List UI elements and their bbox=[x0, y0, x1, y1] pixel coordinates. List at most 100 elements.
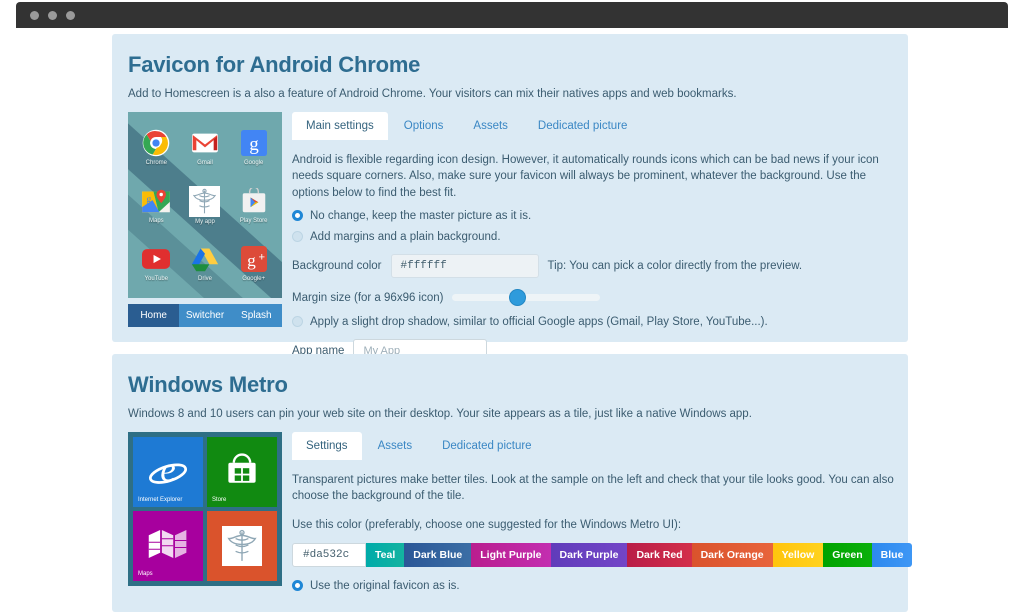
color-button-blue[interactable]: Blue bbox=[871, 542, 913, 567]
metro-info-paragraph: Transparent pictures make better tiles. … bbox=[292, 474, 894, 503]
window-dot-maximize[interactable] bbox=[66, 10, 75, 20]
ie-icon: e bbox=[146, 448, 190, 497]
android-app-googleplus: g + Google+ bbox=[229, 234, 278, 292]
svg-text:+: + bbox=[258, 252, 265, 264]
android-app-chrome: Chrome bbox=[132, 118, 181, 176]
slider-thumb[interactable] bbox=[508, 289, 526, 307]
color-button-dark-purple[interactable]: Dark Purple bbox=[550, 542, 628, 567]
tab-assets[interactable]: Assets bbox=[459, 112, 522, 140]
metro-tile-store: Store bbox=[207, 437, 277, 507]
metro-tile-grid: e Internet Explorer Store Maps bbox=[128, 432, 282, 586]
radio-add-margins[interactable]: Add margins and a plain background. bbox=[292, 231, 896, 243]
background-color-tip: Tip: You can pick a color directly from … bbox=[547, 259, 803, 272]
radio-label: Use the original favicon as is. bbox=[310, 579, 460, 592]
color-button-light-purple[interactable]: Light Purple bbox=[471, 542, 551, 567]
android-app-gmail: Gmail bbox=[181, 118, 230, 176]
android-chrome-panel: Favicon for Android Chrome Add to Homesc… bbox=[112, 34, 908, 398]
metro-tile-maps: Maps bbox=[133, 511, 203, 581]
android-home-screen: Chrome Gmail g Google g Maps My app Play… bbox=[128, 112, 282, 298]
android-app-youtube: YouTube bbox=[132, 234, 181, 292]
android-info-paragraph: Android is flexible regarding icon desig… bbox=[292, 154, 879, 199]
radio-label: Apply a slight drop shadow, similar to o… bbox=[310, 315, 768, 328]
android-app-label: My app bbox=[195, 218, 215, 225]
tab-options[interactable]: Options bbox=[390, 112, 458, 140]
metro-settings-form: Settings Assets Dedicated picture Transp… bbox=[282, 432, 924, 592]
tab-main-settings[interactable]: Main settings bbox=[292, 112, 388, 140]
windows-metro-panel: Windows Metro Windows 8 and 10 users can… bbox=[112, 354, 913, 612]
google-plus-icon: g + bbox=[239, 244, 269, 274]
browser-title-bar bbox=[16, 2, 1008, 28]
caduceus-icon bbox=[189, 185, 221, 217]
metro-tile-label: Store bbox=[212, 497, 227, 503]
youtube-icon bbox=[141, 244, 171, 274]
android-app-label: Play Store bbox=[239, 218, 268, 224]
android-app-playstore: Play Store bbox=[229, 176, 278, 234]
color-button-green[interactable]: Green bbox=[823, 542, 872, 567]
android-app-drive: Drive bbox=[181, 234, 230, 292]
svg-text:g: g bbox=[247, 251, 256, 270]
background-color-label: Background color bbox=[292, 259, 382, 272]
radio-button-icon[interactable] bbox=[292, 580, 303, 592]
metro-preview: e Internet Explorer Store Maps bbox=[128, 432, 282, 592]
google-search-icon: g bbox=[239, 128, 269, 158]
svg-text:g: g bbox=[249, 134, 259, 155]
android-app-label: Maps bbox=[148, 218, 164, 224]
metro-color-input[interactable]: #da532c bbox=[292, 542, 366, 567]
gmail-icon bbox=[190, 128, 220, 158]
preview-mode-switcher[interactable]: Switcher bbox=[179, 304, 231, 327]
play-store-icon bbox=[239, 186, 269, 216]
background-color-row: Background color #ffffff Tip: You can pi… bbox=[292, 253, 896, 278]
metro-panel-title: Windows Metro bbox=[128, 372, 288, 397]
color-button-dark-blue[interactable]: Dark Blue bbox=[404, 542, 472, 567]
tab-dedicated-picture[interactable]: Dedicated picture bbox=[524, 112, 642, 140]
metro-tile-ie: e Internet Explorer bbox=[133, 437, 203, 507]
android-tabs: Main settings Options Assets Dedicated p… bbox=[292, 112, 896, 140]
svg-text:g: g bbox=[147, 195, 152, 205]
android-app-label: YouTube bbox=[144, 276, 169, 282]
color-button-teal[interactable]: Teal bbox=[366, 542, 405, 567]
tab-metro-dedicated-picture[interactable]: Dedicated picture bbox=[428, 432, 546, 460]
android-app-google: g Google bbox=[229, 118, 278, 176]
store-icon bbox=[222, 450, 262, 495]
metro-color-prompt: Use this color (preferably, choose one s… bbox=[292, 518, 682, 531]
caduceus-icon bbox=[222, 526, 262, 566]
radio-button-icon[interactable] bbox=[292, 231, 303, 243]
android-panel-title: Favicon for Android Chrome bbox=[128, 52, 421, 77]
android-app-label: Google+ bbox=[242, 276, 266, 282]
window-dot-minimize[interactable] bbox=[48, 10, 57, 20]
metro-panel-description: Windows 8 and 10 users can pin your web … bbox=[128, 408, 752, 420]
metro-tabs: Settings Assets Dedicated picture bbox=[292, 432, 912, 460]
radio-drop-shadow[interactable]: Apply a slight drop shadow, similar to o… bbox=[292, 316, 896, 328]
slider-track[interactable] bbox=[452, 294, 601, 302]
radio-label: Add margins and a plain background. bbox=[310, 230, 501, 243]
page-content: Favicon for Android Chrome Add to Homesc… bbox=[0, 28, 1024, 612]
window-dot-close[interactable] bbox=[30, 10, 39, 20]
metro-tile-label: Maps bbox=[138, 571, 153, 577]
tab-settings[interactable]: Settings bbox=[292, 432, 362, 460]
preview-mode-home[interactable]: Home bbox=[128, 304, 180, 327]
android-preview-mode-switch: Home Switcher Splash bbox=[128, 304, 282, 327]
tab-metro-assets[interactable]: Assets bbox=[364, 432, 427, 460]
android-app-maps: g Maps bbox=[132, 176, 181, 234]
android-app-grid: Chrome Gmail g Google g Maps My app Play… bbox=[128, 112, 282, 298]
radio-button-icon[interactable] bbox=[292, 316, 303, 328]
maps-tile-icon bbox=[147, 526, 189, 567]
radio-no-change[interactable]: No change, keep the master picture as it… bbox=[292, 210, 896, 222]
android-app-label: Chrome bbox=[145, 160, 167, 166]
radio-button-icon[interactable] bbox=[292, 210, 303, 222]
android-app-label: Drive bbox=[197, 276, 212, 282]
metro-tile-custom bbox=[207, 511, 277, 581]
background-color-input[interactable]: #ffffff bbox=[390, 253, 539, 278]
maps-icon: g bbox=[141, 186, 171, 216]
color-button-yellow[interactable]: Yellow bbox=[772, 542, 824, 567]
color-button-dark-red[interactable]: Dark Red bbox=[627, 542, 692, 567]
color-button-dark-orange[interactable]: Dark Orange bbox=[691, 542, 773, 567]
preview-mode-splash[interactable]: Splash bbox=[230, 304, 282, 327]
metro-tile-label: Internet Explorer bbox=[138, 497, 183, 503]
margin-size-slider[interactable] bbox=[452, 289, 601, 307]
margin-size-label: Margin size (for a 96x96 icon) bbox=[292, 291, 444, 304]
margin-size-row: Margin size (for a 96x96 icon) bbox=[292, 289, 896, 307]
radio-use-original-favicon[interactable]: Use the original favicon as is. bbox=[292, 580, 912, 592]
chrome-icon bbox=[141, 128, 171, 158]
android-panel-description: Add to Homescreen is a also a feature of… bbox=[128, 88, 737, 100]
